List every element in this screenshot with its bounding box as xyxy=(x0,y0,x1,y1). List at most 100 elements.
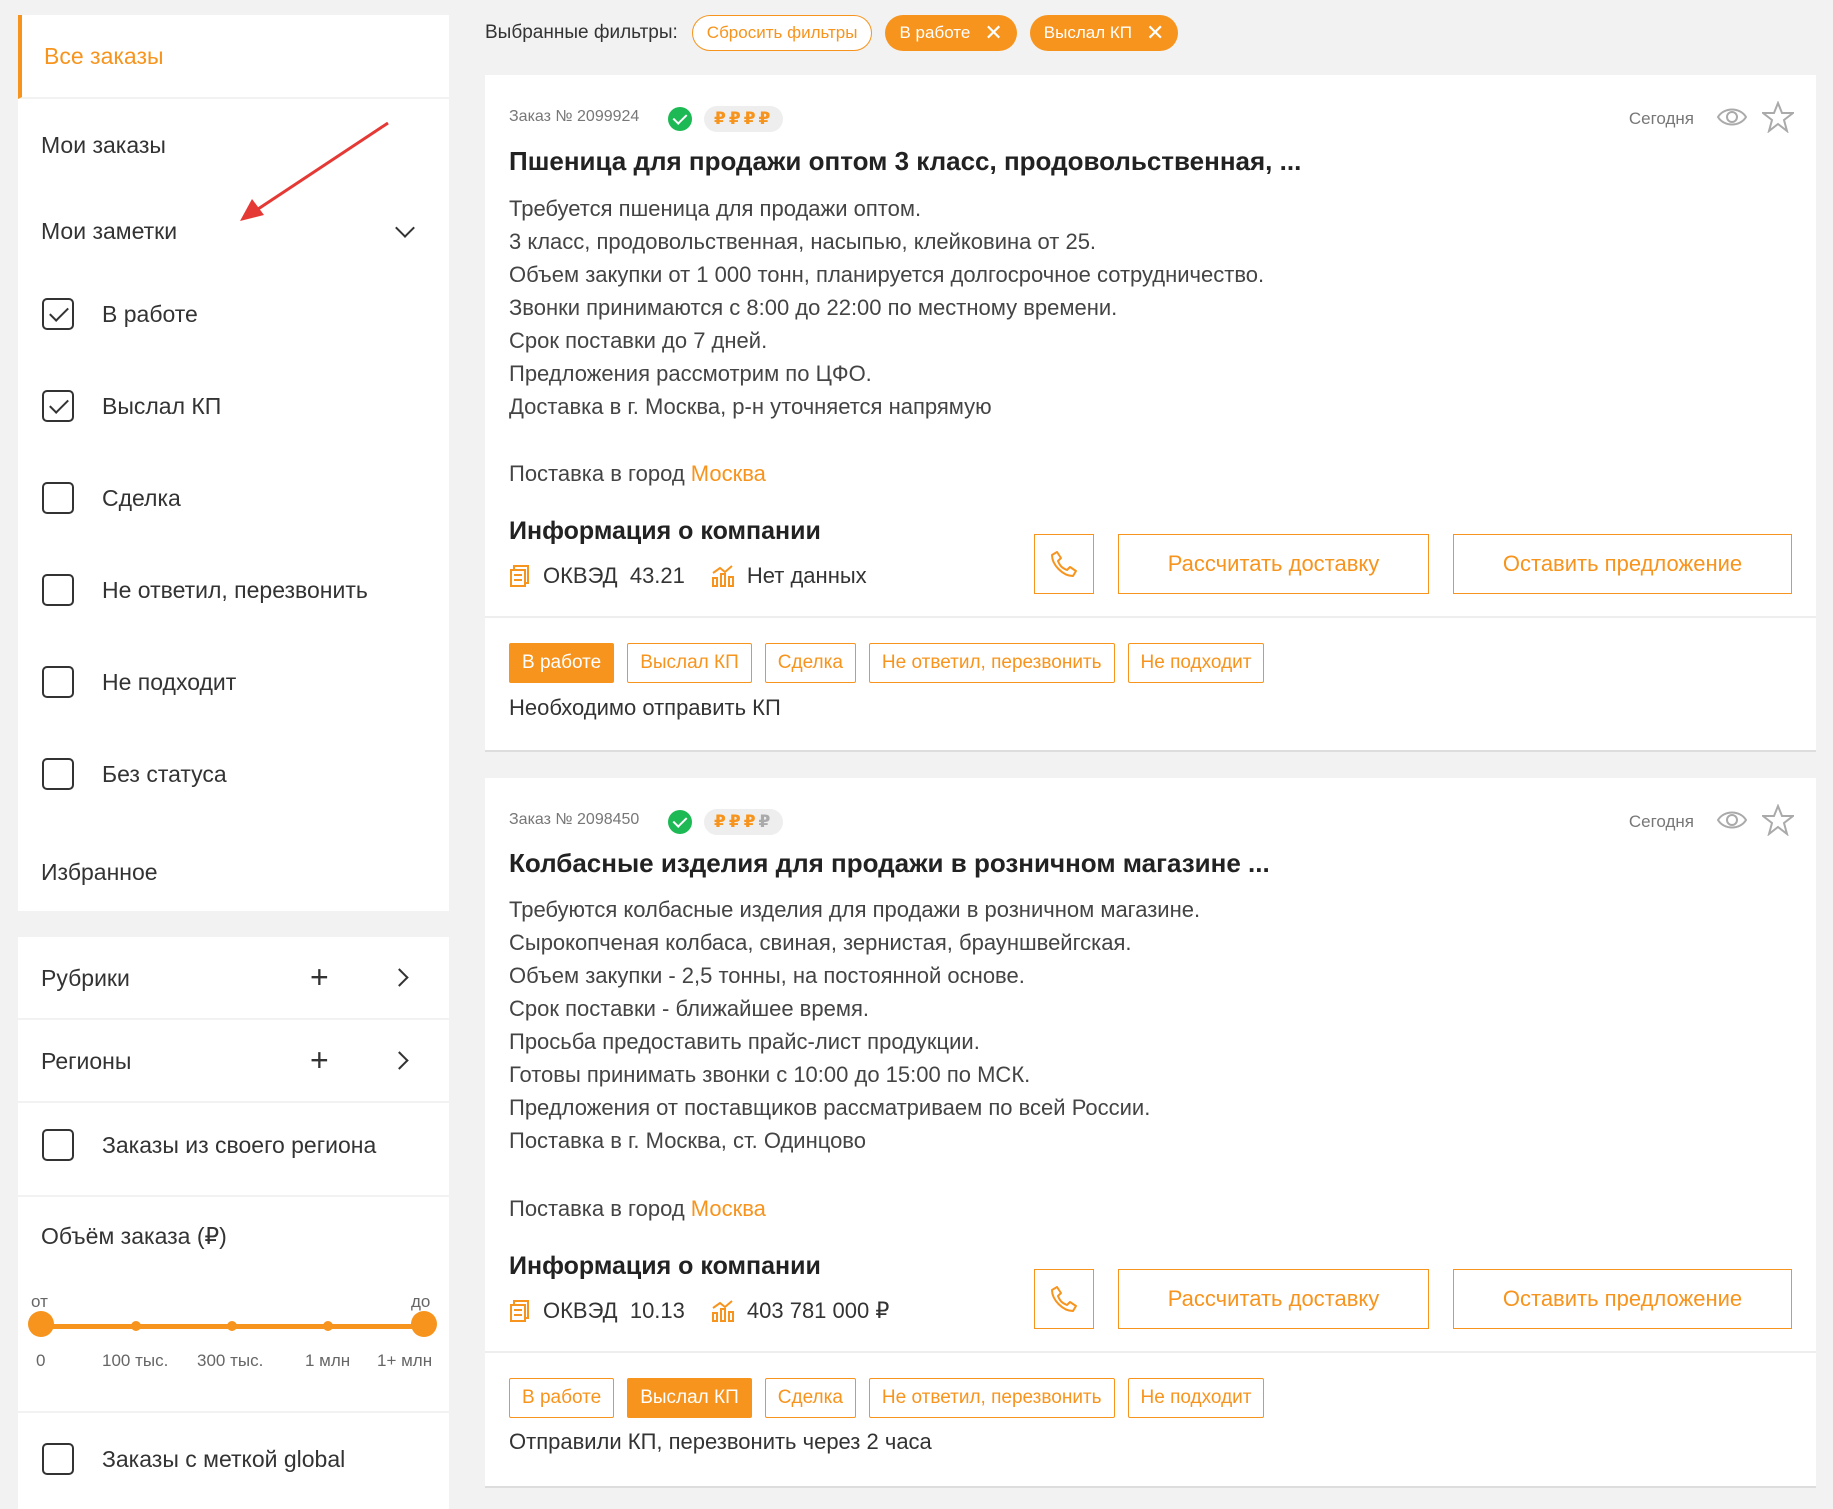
own-region-filter[interactable]: Заказы из своего региона xyxy=(42,1129,376,1161)
status-filter-label: Сделка xyxy=(102,484,181,511)
order-date: Сегодня xyxy=(1628,109,1694,128)
plus-icon[interactable]: + xyxy=(310,961,329,993)
order-date: Сегодня xyxy=(1628,812,1694,831)
eye-icon[interactable] xyxy=(1716,804,1748,836)
checkbox[interactable] xyxy=(42,666,74,698)
chevron-right-icon[interactable] xyxy=(390,1051,409,1070)
order-note[interactable]: Необходимо отправить КП xyxy=(509,695,781,721)
eye-icon[interactable] xyxy=(1716,101,1748,133)
status-filter-sent-offer[interactable]: Выслал КП xyxy=(42,390,221,422)
filter-chip-label: Выслал КП xyxy=(1043,23,1132,42)
slider-tick: 1+ млн xyxy=(377,1351,433,1370)
calculate-delivery-button[interactable]: Рассчитать доставку xyxy=(1118,1269,1429,1329)
own-region-row: Заказы из своего региона xyxy=(18,1103,449,1197)
slider-tick: 300 тыс. xyxy=(197,1351,264,1370)
status-tag-not-suitable[interactable]: Не подходит xyxy=(1127,1378,1265,1418)
rubrics-label: Рубрики xyxy=(41,965,130,991)
filter-chip-in-work[interactable]: В работе ✕ xyxy=(885,15,1017,51)
status-filter-no-status[interactable]: Без статуса xyxy=(42,758,227,790)
global-filter[interactable]: Заказы с меткой global xyxy=(42,1443,345,1475)
checkbox-checked[interactable] xyxy=(42,298,74,330)
global-row: Заказы с меткой global xyxy=(18,1411,449,1509)
slider-step[interactable] xyxy=(131,1321,141,1331)
reset-filters-button[interactable]: Сбросить фильтры xyxy=(691,15,873,51)
plus-icon[interactable]: + xyxy=(310,1044,329,1076)
slider-step[interactable] xyxy=(227,1321,237,1331)
status-tag-deal[interactable]: Сделка xyxy=(764,643,856,683)
revenue-value: 403 781 000 ₽ xyxy=(746,1298,890,1323)
rubrics-row[interactable]: Рубрики + xyxy=(18,937,449,1020)
slider-from-label: от xyxy=(31,1292,48,1311)
company-info-title: Информация о компании xyxy=(509,1252,821,1280)
delivery-city: Поставка в город Москва xyxy=(509,1196,766,1221)
delivery-city-link[interactable]: Москва xyxy=(691,1196,766,1221)
okved-value: 43.21 xyxy=(629,563,685,588)
chevron-down-icon[interactable] xyxy=(395,218,415,238)
verified-check-icon xyxy=(668,107,692,131)
order-number: Заказ № 2099924 xyxy=(509,108,640,125)
checkbox-checked[interactable] xyxy=(42,390,74,422)
okved-label: ОКВЭД xyxy=(543,563,618,588)
order-title[interactable]: Колбасные изделия для продажи в рознично… xyxy=(509,848,1270,879)
slider-tick: 1 млн xyxy=(305,1351,351,1370)
star-icon[interactable] xyxy=(1762,804,1794,836)
status-tag-in-work[interactable]: В работе xyxy=(509,643,615,683)
okved-label: ОКВЭД xyxy=(543,1298,618,1323)
chevron-right-icon[interactable] xyxy=(390,968,409,987)
sidebar-item-my-orders[interactable]: Мои заказы xyxy=(41,132,166,159)
status-filter-not-suitable[interactable]: Не подходит xyxy=(42,666,236,698)
slider-tick: 100 тыс. xyxy=(102,1351,169,1370)
regions-row[interactable]: Регионы + xyxy=(18,1020,449,1103)
selected-filters-bar: Выбранные фильтры: Сбросить фильтры В ра… xyxy=(485,15,1191,51)
order-description: Требуется пшеница для продажи оптом. 3 к… xyxy=(509,196,1265,419)
status-filter-label: Выслал КП xyxy=(102,392,222,419)
call-button[interactable] xyxy=(1034,1269,1094,1329)
sidebar-item-my-notes[interactable]: Мои заметки xyxy=(41,218,177,245)
slider-tick: 0 xyxy=(36,1351,46,1370)
star-icon[interactable] xyxy=(1762,101,1794,133)
status-tag-in-work[interactable]: В работе xyxy=(509,1378,615,1418)
sidebar-filters: Рубрики + Регионы + Заказы из своего рег… xyxy=(18,937,449,1509)
order-number: Заказ № 2098450 xyxy=(509,811,640,828)
slider-step[interactable] xyxy=(323,1321,333,1331)
status-tag-not-suitable[interactable]: Не подходит xyxy=(1127,643,1265,683)
checkbox[interactable] xyxy=(42,1443,74,1475)
order-note[interactable]: Отправили КП, перезвонить через 2 часа xyxy=(509,1429,932,1455)
divider xyxy=(485,616,1816,618)
status-filter-deal[interactable]: Сделка xyxy=(42,482,181,514)
checkbox[interactable] xyxy=(42,574,74,606)
order-title[interactable]: Пшеница для продажи оптом 3 класс, продо… xyxy=(509,146,1301,177)
filter-chip-sent-offer[interactable]: Выслал КП ✕ xyxy=(1029,15,1179,51)
phone-icon xyxy=(1051,1286,1077,1312)
growth-chart-icon xyxy=(711,1300,734,1322)
company-info-title: Информация о компании xyxy=(509,517,821,545)
status-tag-deal[interactable]: Сделка xyxy=(764,1378,856,1418)
close-icon[interactable]: ✕ xyxy=(1146,22,1164,44)
sidebar-item-all-orders[interactable]: Все заказы xyxy=(18,15,449,99)
document-icon xyxy=(510,1300,529,1322)
checkbox[interactable] xyxy=(42,758,74,790)
calculate-delivery-button[interactable]: Рассчитать доставку xyxy=(1118,534,1429,594)
status-tag-no-answer[interactable]: Не ответил, перезвонить xyxy=(868,643,1115,683)
status-filter-no-answer[interactable]: Не ответил, перезвонить xyxy=(42,574,368,606)
status-filter-in-work[interactable]: В работе xyxy=(42,298,198,330)
growth-chart-icon xyxy=(711,565,734,587)
status-filter-label: Не ответил, перезвонить xyxy=(102,576,368,603)
order-description: Требуются колбасные изделия для продажи … xyxy=(509,897,1201,1153)
verified-check-icon xyxy=(668,810,692,834)
close-icon[interactable]: ✕ xyxy=(984,22,1002,44)
sidebar-item-favorites[interactable]: Избранное xyxy=(41,859,158,886)
slider-max-handle[interactable] xyxy=(411,1311,437,1337)
status-tag-no-answer[interactable]: Не ответил, перезвонить xyxy=(868,1378,1115,1418)
volume-title: Объём заказа (₽) xyxy=(41,1223,227,1249)
checkbox[interactable] xyxy=(42,482,74,514)
status-tag-sent-offer[interactable]: Выслал КП xyxy=(627,1378,752,1418)
delivery-city-link[interactable]: Москва xyxy=(691,461,766,486)
checkbox[interactable] xyxy=(42,1129,74,1161)
leave-offer-button[interactable]: Оставить предложение xyxy=(1453,534,1792,594)
call-button[interactable] xyxy=(1034,534,1094,594)
leave-offer-button[interactable]: Оставить предложение xyxy=(1453,1269,1792,1329)
slider-min-handle[interactable] xyxy=(28,1311,54,1337)
status-tag-sent-offer[interactable]: Выслал КП xyxy=(627,643,752,683)
status-filter-label: В работе xyxy=(102,300,198,327)
